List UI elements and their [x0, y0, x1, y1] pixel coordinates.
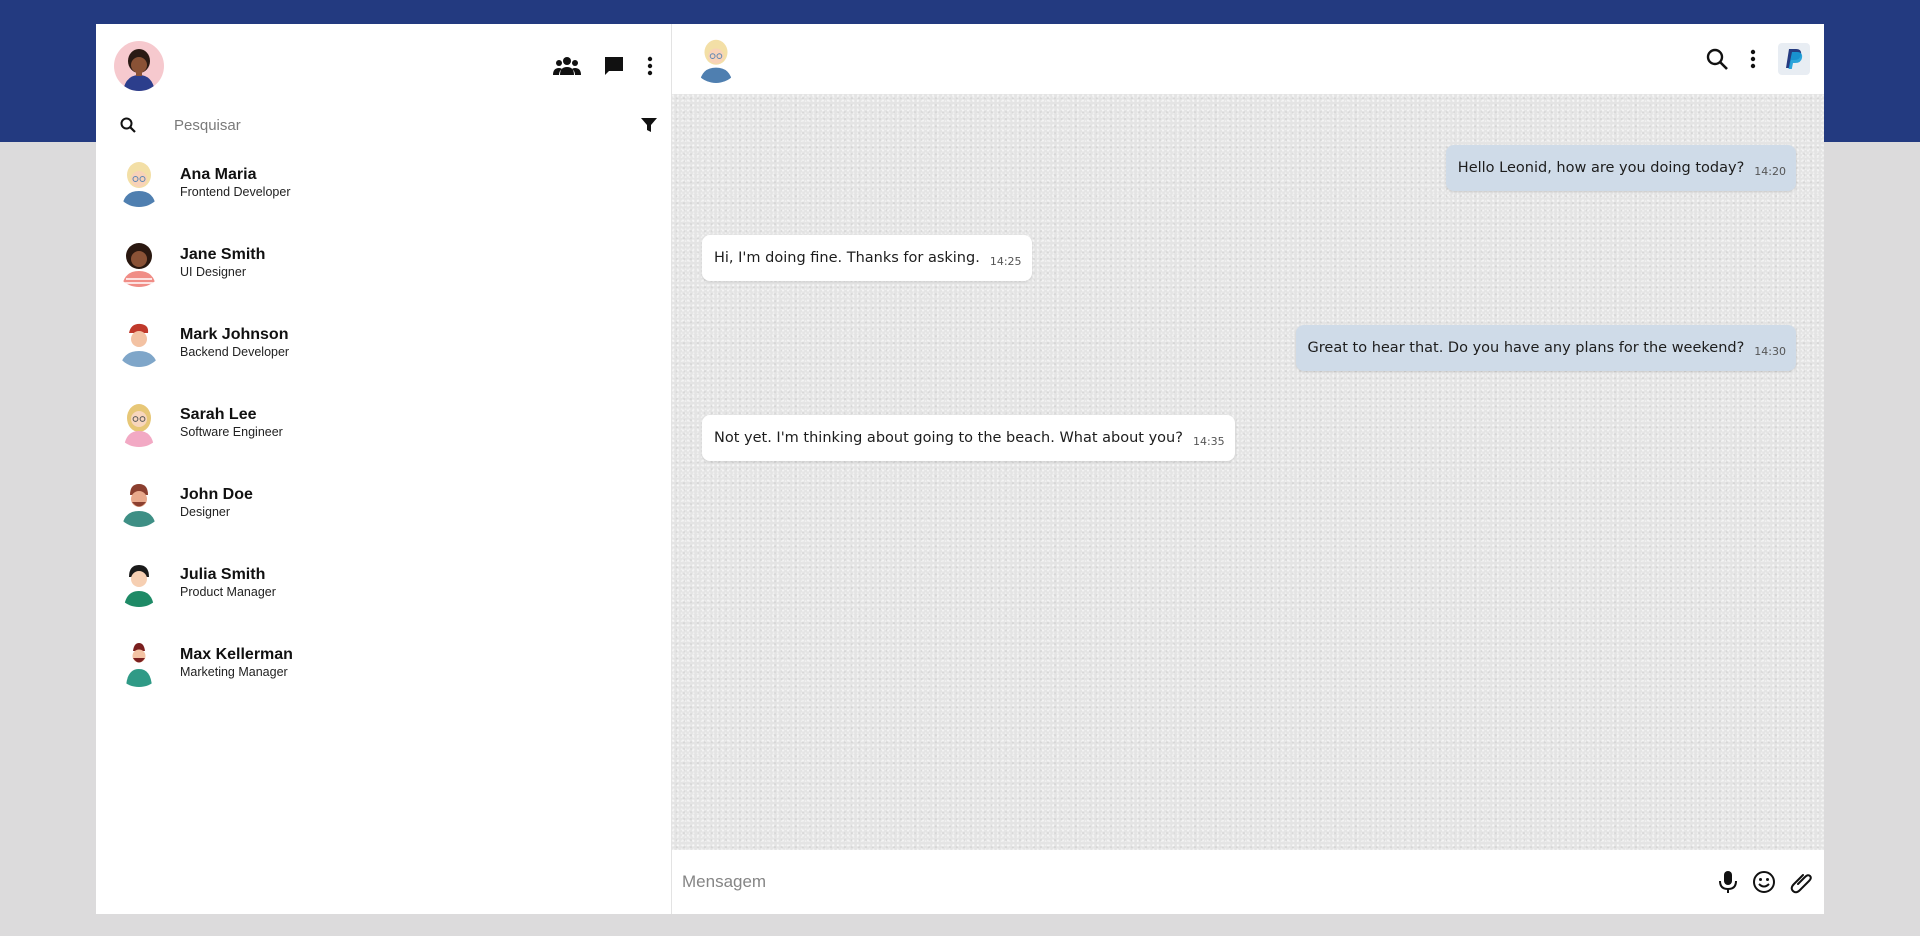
sidebar-actions [553, 55, 653, 77]
chat-app: Ana Maria Frontend Developer Jane Smith … [96, 24, 1824, 914]
contact-item[interactable]: John Doe Designer [96, 462, 671, 542]
groups-icon[interactable] [553, 55, 581, 77]
message-time: 14:20 [1754, 165, 1786, 178]
contact-avatar [114, 397, 164, 447]
contact-avatar [114, 637, 164, 687]
paypal-logo-icon[interactable] [1778, 43, 1810, 75]
incoming-message[interactable]: Not yet. I'm thinking about going to the… [702, 415, 1235, 461]
contact-name: Mark Johnson [180, 325, 289, 343]
contact-role: UI Designer [180, 264, 246, 279]
contact-name: Ana Maria [180, 165, 257, 183]
message-area: Hello Leonid, how are you doing today? 1… [672, 94, 1824, 850]
contact-role: Frontend Developer [180, 184, 291, 199]
search-icon[interactable] [120, 117, 136, 133]
filter-icon[interactable] [641, 117, 657, 133]
message-input[interactable] [682, 872, 1718, 892]
contact-avatar [114, 557, 164, 607]
sidebar: Ana Maria Frontend Developer Jane Smith … [96, 24, 672, 914]
contact-item[interactable]: Sarah Lee Software Engineer [96, 382, 671, 462]
chat-header [672, 24, 1824, 94]
message-time: 14:35 [1192, 435, 1225, 448]
active-contact-avatar[interactable] [692, 35, 740, 83]
message-composer [672, 850, 1824, 914]
contact-item[interactable]: Mark Johnson Backend Developer [96, 302, 671, 382]
message-text: Hello Leonid, how are you doing today? [1457, 160, 1745, 176]
contact-avatar [114, 317, 164, 367]
more-vert-icon[interactable] [1750, 49, 1756, 69]
contact-item[interactable]: Ana Maria Frontend Developer [96, 142, 671, 222]
sidebar-header [96, 24, 671, 108]
outgoing-message[interactable]: Hello Leonid, how are you doing today? 1… [1445, 145, 1796, 191]
contact-item[interactable]: Julia Smith Product Manager [96, 542, 671, 622]
contact-avatar [114, 477, 164, 527]
search-bar [96, 108, 671, 142]
contact-avatar [114, 157, 164, 207]
chat-pane: Hello Leonid, how are you doing today? 1… [672, 24, 1824, 914]
message-text: Hi, I'm doing fine. Thanks for asking. [714, 250, 980, 266]
contact-name: Julia Smith [180, 565, 266, 583]
search-input[interactable] [174, 116, 641, 134]
message-text: Not yet. I'm thinking about going to the… [714, 430, 1183, 446]
contact-name: John Doe [180, 485, 253, 503]
mic-icon[interactable] [1718, 870, 1738, 894]
contact-name: Jane Smith [180, 245, 266, 263]
contact-item[interactable]: Jane Smith UI Designer [96, 222, 671, 302]
contact-role: Designer [180, 504, 231, 519]
contact-name: Sarah Lee [180, 405, 257, 423]
contact-role: Product Manager [180, 584, 276, 599]
message-time: 14:25 [989, 255, 1022, 268]
incoming-message[interactable]: Hi, I'm doing fine. Thanks for asking. 1… [702, 235, 1032, 281]
my-avatar-icon [123, 49, 155, 91]
contact-item[interactable]: Max Kellerman Marketing Manager [96, 622, 671, 702]
chat-header-actions [1706, 43, 1824, 75]
more-vert-icon[interactable] [647, 56, 653, 76]
contact-list: Ana Maria Frontend Developer Jane Smith … [96, 142, 671, 702]
message-text: Great to hear that. Do you have any plan… [1307, 340, 1745, 356]
composer-actions [1718, 870, 1814, 894]
outgoing-message[interactable]: Great to hear that. Do you have any plan… [1295, 325, 1796, 371]
contact-role: Backend Developer [180, 344, 290, 359]
chat-bubble-icon[interactable] [603, 55, 625, 77]
my-avatar[interactable] [114, 41, 164, 91]
attach-icon[interactable] [1790, 870, 1814, 894]
contact-role: Marketing Manager [180, 664, 288, 679]
contact-avatar [114, 237, 164, 287]
contact-role: Software Engineer [180, 424, 283, 439]
message-time: 14:30 [1754, 345, 1786, 358]
contact-name: Max Kellerman [180, 645, 293, 663]
emoji-icon[interactable] [1752, 870, 1776, 894]
search-icon[interactable] [1706, 48, 1728, 70]
